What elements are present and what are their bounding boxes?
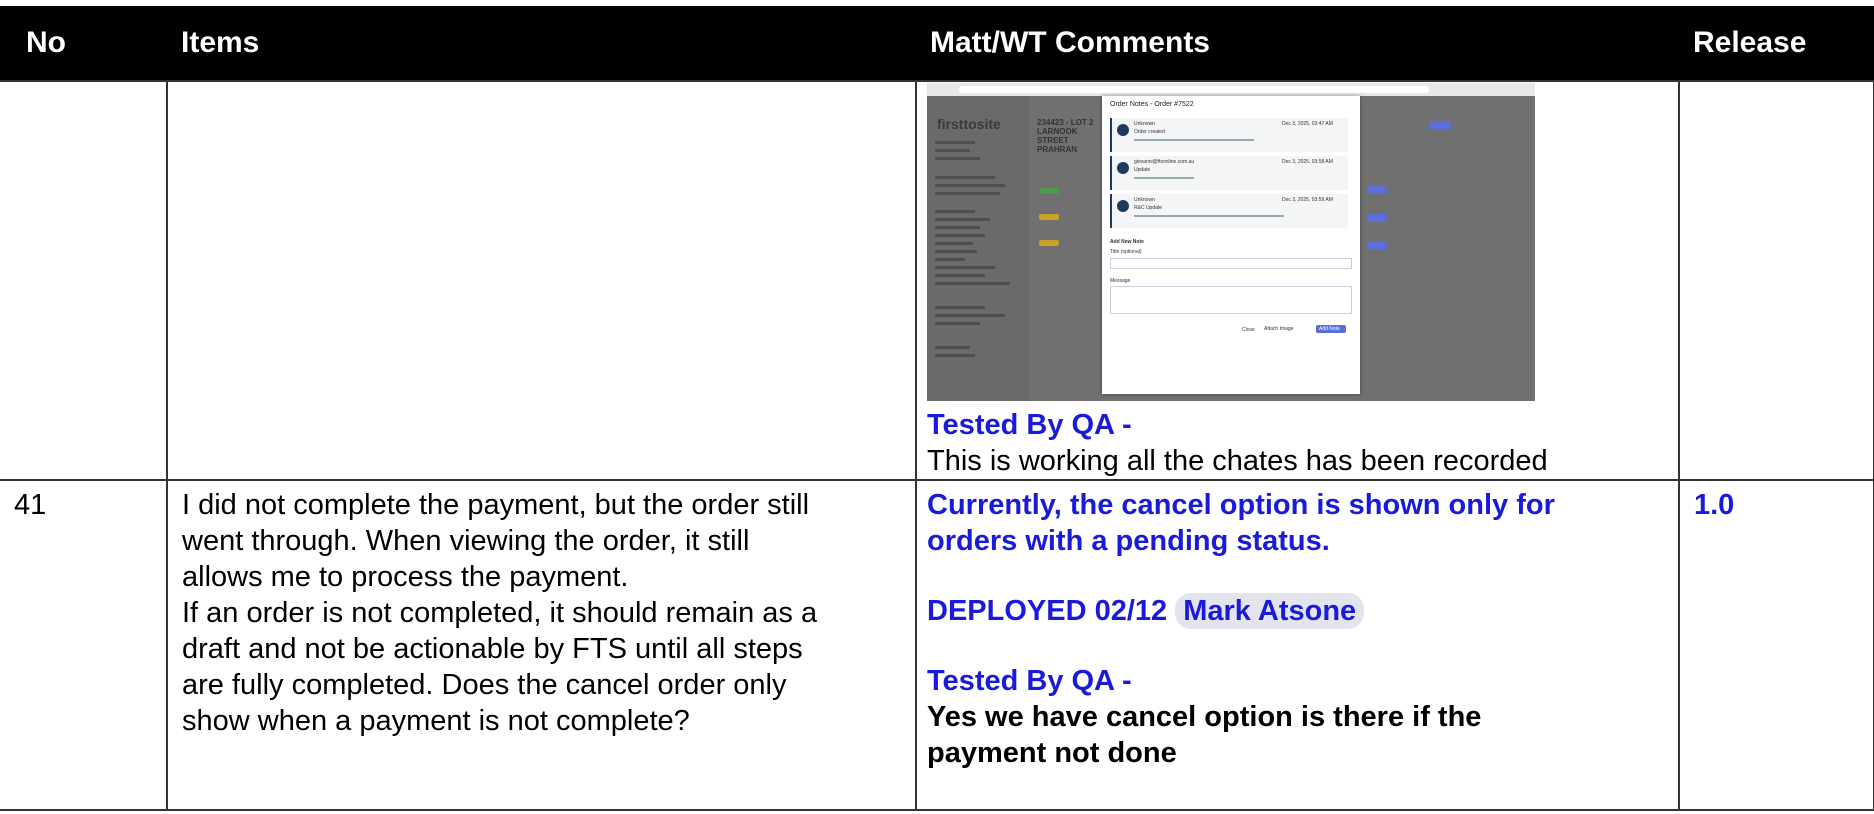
note-message-input[interactable] — [1110, 286, 1352, 314]
item-line: I did not complete the payment, but the … — [182, 489, 810, 521]
release-cell: 1.0 — [1678, 479, 1874, 811]
note-date: Dec 3, 2025, 03:58 AM — [1282, 159, 1333, 165]
attach-image-button[interactable]: Attach Image — [1264, 326, 1293, 332]
header-no: No — [0, 6, 167, 81]
table-row: 41 I did not complete the payment, but t… — [0, 479, 1874, 811]
note-author: giovanni@ftsonline.com.au — [1134, 159, 1195, 165]
note-title: Order created — [1134, 129, 1165, 135]
release-table: No Items Matt/WT Comments Release firstt… — [0, 6, 1874, 811]
item-line: allows me to process the payment. — [182, 561, 629, 593]
browser-url-bar — [959, 86, 1429, 93]
deployed-note: DEPLOYED 02/12 Mark Atsone — [927, 593, 1664, 629]
qa-result: This is working all the chates has been … — [927, 445, 1548, 477]
note-item: Unknown R&C Update Dec 3, 2025, 03:59 AM — [1110, 194, 1348, 228]
qa-result-line: payment not done — [927, 737, 1177, 769]
table-header-row: No Items Matt/WT Comments Release — [0, 6, 1874, 81]
title-label: Title (optional) — [1110, 249, 1142, 255]
item-line: draft and not be actionable by FTS until… — [182, 633, 803, 665]
embedded-screenshot: firsttosite 234423 - LOT 2 LARNOOK STREE… — [927, 83, 1535, 401]
qa-label: Tested By QA - — [927, 409, 1132, 441]
user-mention[interactable]: Mark Atsone — [1175, 593, 1365, 629]
qa-result-line: Yes we have cancel option is there if th… — [927, 701, 1482, 733]
table-row: firsttosite 234423 - LOT 2 LARNOOK STREE… — [0, 80, 1874, 481]
row-number-cell — [0, 80, 168, 481]
qa-label: Tested By QA - — [927, 665, 1132, 697]
modal-title: Order Notes - Order #7522 — [1110, 101, 1194, 108]
note-date: Dec 3, 2025, 03:47 AM — [1282, 121, 1333, 127]
add-note-button[interactable]: Add Note — [1316, 325, 1346, 333]
project-title: 234423 - LOT 2 LARNOOK STREET PRAHRAN — [1037, 118, 1094, 154]
app-sidebar: firsttosite — [927, 96, 1029, 401]
note-item: giovanni@ftsonline.com.au Update Dec 3, … — [1110, 156, 1348, 190]
close-button[interactable]: Close — [1242, 327, 1255, 333]
note-author: Unknown — [1134, 121, 1155, 127]
items-cell — [166, 80, 917, 481]
comment-line: Currently, the cancel option is shown on… — [927, 489, 1555, 521]
item-line: If an order is not completed, it should … — [182, 597, 818, 629]
header-items: Items — [167, 6, 916, 81]
order-notes-modal: Order Notes - Order #7522 Unknown Order … — [1102, 96, 1360, 394]
comments-cell: firsttosite 234423 - LOT 2 LARNOOK STREE… — [915, 80, 1680, 481]
note-date: Dec 3, 2025, 03:59 AM — [1282, 197, 1333, 203]
release-cell — [1678, 80, 1874, 481]
note-item: Unknown Order created Dec 3, 2025, 03:47… — [1110, 118, 1348, 152]
items-cell: I did not complete the payment, but the … — [166, 479, 917, 811]
note-author: Unknown — [1134, 197, 1155, 203]
note-title: Update — [1134, 167, 1151, 173]
browser-bar — [927, 83, 1535, 96]
item-line: show when a payment is not complete? — [182, 705, 690, 737]
brand-logo: firsttosite — [937, 116, 1001, 132]
message-label: Message — [1110, 278, 1131, 284]
comments-cell: Currently, the cancel option is shown on… — [915, 479, 1680, 811]
header-release: Release — [1679, 6, 1874, 81]
item-line: went through. When viewing the order, it… — [182, 525, 750, 557]
comment-line: orders with a pending status. — [927, 525, 1330, 557]
item-line: are fully completed. Does the cancel ord… — [182, 669, 787, 701]
deployed-label: DEPLOYED 02/12 — [927, 595, 1168, 627]
row-number-cell: 41 — [0, 479, 168, 811]
header-comments: Matt/WT Comments — [916, 6, 1679, 81]
note-title: R&C Update — [1134, 205, 1163, 211]
add-note-heading: Add New Note — [1110, 239, 1144, 245]
note-title-input[interactable] — [1110, 258, 1352, 269]
